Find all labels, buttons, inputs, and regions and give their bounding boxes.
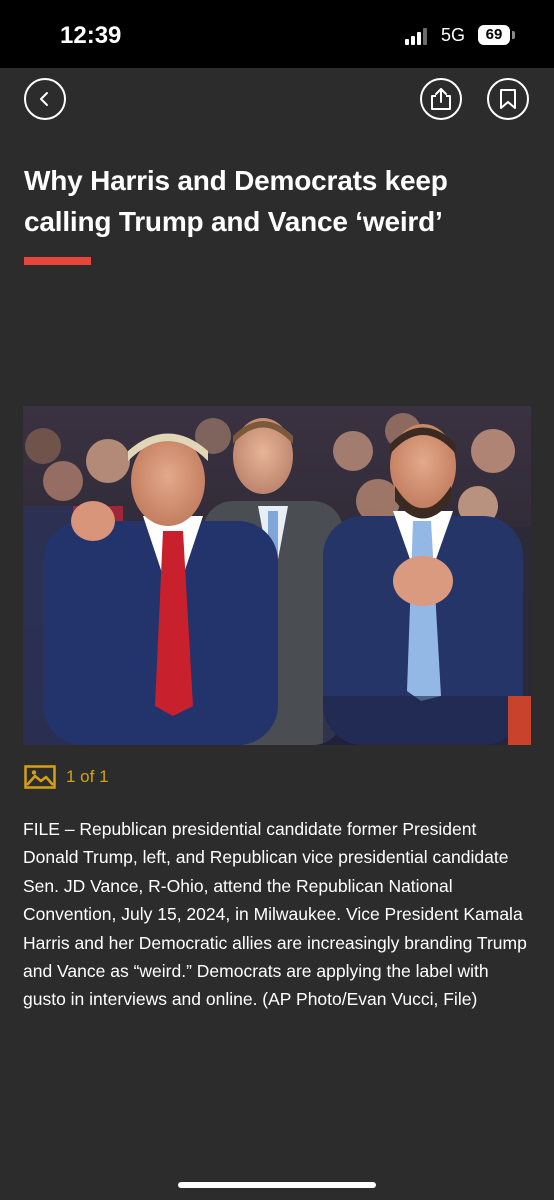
article-headline: Why Harris and Democrats keep calling Tr… [24, 165, 448, 237]
headline-accent-bar [24, 257, 91, 265]
battery-nub [512, 31, 515, 39]
home-indicator[interactable] [178, 1182, 376, 1188]
battery-icon: 69 [478, 25, 510, 45]
share-button[interactable] [420, 78, 462, 120]
battery-level: 69 [485, 26, 503, 43]
chevron-left-icon [40, 92, 48, 106]
photo-caption: FILE – Republican presidential candidate… [23, 819, 527, 1010]
network-type: 5G [441, 25, 466, 45]
article-photo-illustration [23, 406, 531, 745]
gallery-count: 1 of 1 [66, 767, 109, 786]
bookmark-button[interactable] [487, 78, 529, 120]
article-photo[interactable] [23, 406, 531, 745]
cellular-signal-icon [405, 27, 433, 45]
status-bar: 12:39 5G 69 [0, 0, 554, 68]
gallery-indicator[interactable]: 1 of 1 [24, 763, 109, 791]
back-button[interactable] [24, 78, 66, 120]
share-icon [431, 88, 451, 110]
image-icon [24, 765, 56, 789]
bookmark-icon [500, 89, 516, 109]
status-time: 12:39 [60, 22, 122, 49]
